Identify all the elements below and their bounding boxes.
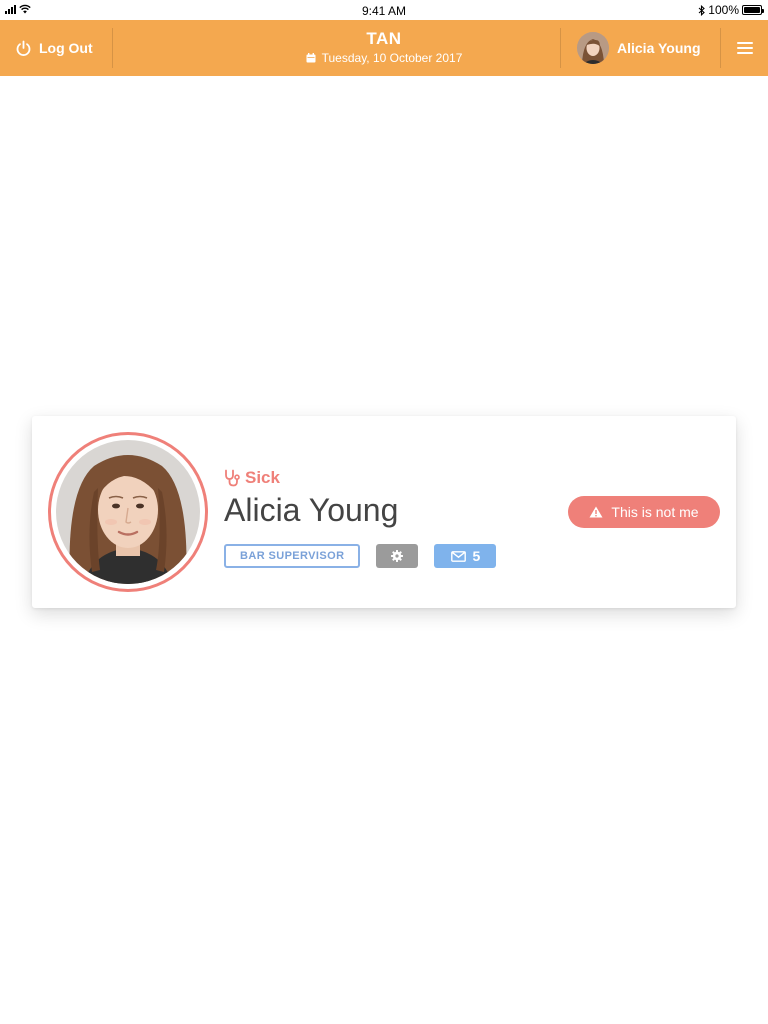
status-label: Sick	[224, 468, 280, 488]
not-me-label: This is not me	[611, 504, 699, 520]
profile-photo	[56, 440, 200, 584]
status-bar: 9:41 AM 100%	[0, 0, 768, 20]
battery-fill	[744, 7, 760, 13]
role-badge: BAR SUPERVISOR	[224, 544, 361, 568]
profile-tags: BAR SUPERVISOR 5	[224, 544, 497, 568]
header-center: TAN Tuesday, 10 October 2017	[184, 28, 584, 66]
status-right: 100%	[698, 3, 764, 17]
status-time: 9:41 AM	[361, 4, 407, 18]
person-name: Alicia Young	[224, 492, 399, 528]
current-user-name: Alicia Young	[617, 40, 701, 56]
current-user-button[interactable]: Alicia Young	[561, 20, 720, 76]
app-header: Log Out TAN Tuesday, 10 October 2017 Ali…	[0, 20, 768, 76]
profile-card: Sick Alicia Young BAR SUPERVISOR 5 This …	[32, 416, 736, 608]
settings-button[interactable]	[376, 544, 419, 568]
profile-photo-ring	[48, 432, 208, 592]
power-icon	[16, 40, 31, 56]
logout-button[interactable]: Log Out	[0, 20, 112, 76]
envelope-icon	[450, 550, 466, 562]
hamburger-menu-icon[interactable]	[721, 20, 768, 76]
gear-icon	[391, 550, 404, 562]
battery-icon	[742, 5, 764, 15]
not-me-button[interactable]: This is not me	[568, 496, 720, 528]
warning-icon	[589, 506, 603, 518]
avatar	[577, 32, 609, 64]
date-text: Tuesday, 10 October 2017	[321, 51, 463, 65]
bluetooth-icon	[698, 4, 706, 16]
calendar-icon	[306, 53, 316, 63]
battery-percent: 100%	[708, 3, 739, 17]
logout-label: Log Out	[39, 40, 93, 56]
messages-button[interactable]: 5	[434, 544, 497, 568]
header-date: Tuesday, 10 October 2017	[184, 50, 584, 66]
status-text: Sick	[245, 468, 280, 487]
message-count: 5	[472, 548, 481, 564]
venue-title: TAN	[366, 29, 402, 48]
header-divider	[112, 28, 113, 68]
stethoscope-icon	[225, 469, 240, 487]
